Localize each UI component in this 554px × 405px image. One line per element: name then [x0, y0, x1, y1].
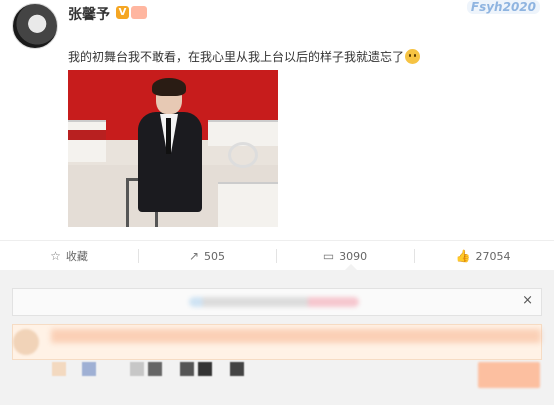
comment-input-blurred — [51, 329, 541, 343]
repost-button[interactable]: ↗ 505 — [138, 241, 276, 271]
post-action-bar: ☆ 收藏 ↗ 505 ▭ 3090 👍 27054 — [0, 240, 554, 271]
verified-icon: V — [116, 6, 129, 19]
member-level-icon — [131, 6, 147, 19]
photo-desk-left-panel — [68, 130, 106, 140]
music-tool-icon[interactable] — [198, 362, 212, 376]
smile-emoji-icon — [405, 49, 421, 64]
close-icon[interactable]: × — [522, 293, 533, 308]
post-text-content: 我的初舞台我不敢看，在我心里从我上台以后的样子我就遗忘了 — [68, 50, 405, 64]
favorite-label: 收藏 — [65, 250, 88, 263]
comment-icon: ▭ — [322, 249, 335, 263]
like-count: 27054 — [475, 249, 511, 263]
comment-submit-button[interactable] — [478, 362, 540, 388]
notice-bar: × — [12, 288, 542, 316]
share-icon: ↗ — [188, 249, 200, 263]
photo-desk-front — [218, 182, 278, 227]
like-icon: 👍 — [455, 249, 471, 263]
comment-count: 3090 — [339, 249, 368, 263]
favorite-button[interactable]: ☆ 收藏 — [0, 241, 138, 271]
post-photo[interactable] — [68, 70, 278, 227]
topic-tool-icon[interactable] — [130, 362, 144, 376]
star-icon: ☆ — [50, 249, 61, 263]
user-avatar[interactable] — [12, 3, 58, 49]
photo-round-mirror — [228, 142, 258, 168]
photo-person-tie — [166, 118, 171, 154]
repost-count: 505 — [204, 249, 226, 263]
commenter-avatar — [13, 329, 39, 355]
username[interactable]: 张馨予 — [68, 4, 110, 24]
video-tool-icon[interactable] — [180, 362, 194, 376]
comment-input[interactable] — [12, 324, 542, 360]
photo-desk-left — [68, 120, 106, 162]
photo-person-hair — [152, 78, 186, 96]
comment-section: × — [0, 270, 554, 405]
emoji-tool-icon[interactable] — [52, 362, 66, 376]
watermark: Fsyh2020 — [466, 0, 540, 14]
weibo-post-card: 张馨予 V Fsyh2020 我的初舞台我不敢看，在我心里从我上台以后的样子我就… — [0, 0, 554, 270]
notice-text-blurred — [189, 297, 359, 307]
like-button[interactable]: 👍 27054 — [414, 241, 552, 271]
image-tool-icon[interactable] — [82, 362, 96, 376]
more-tool-icon[interactable] — [230, 362, 244, 376]
mention-tool-icon[interactable] — [148, 362, 162, 376]
post-text: 我的初舞台我不敢看，在我心里从我上台以后的样子我就遗忘了 — [68, 48, 421, 65]
